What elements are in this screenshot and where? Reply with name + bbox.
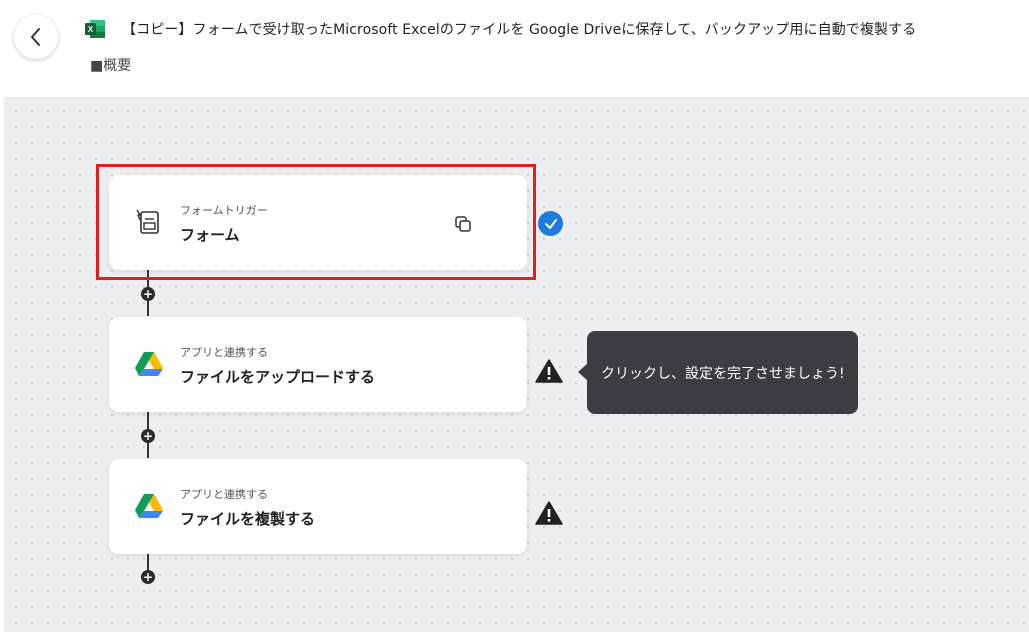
setup-tooltip: クリックし、設定を完了させましょう! — [587, 331, 858, 414]
page-header: X 【コピー】フォームで受け取ったMicrosoft Excelのファイルを G… — [0, 0, 1029, 97]
step-subtitle: アプリと連携する — [180, 488, 268, 501]
google-drive-icon — [135, 494, 163, 518]
form-trigger-icon — [136, 209, 159, 234]
step-title: ファイルを複製する — [180, 510, 316, 528]
svg-text:X: X — [88, 25, 94, 34]
overview-label[interactable]: ■概要 — [90, 55, 131, 75]
flow-step-upload-file[interactable]: アプリと連携する ファイルをアップロードする — [109, 317, 527, 412]
flow-step-copy-file[interactable]: アプリと連携する ファイルを複製する — [109, 459, 527, 554]
step-title: ファイルをアップロードする — [180, 368, 376, 386]
google-drive-icon — [135, 352, 163, 376]
excel-icon: X — [85, 20, 105, 38]
back-button[interactable] — [14, 15, 58, 59]
step-subtitle: アプリと連携する — [180, 346, 268, 359]
warning-icon — [535, 501, 563, 525]
step-title: フォーム — [180, 226, 240, 244]
page-title: 【コピー】フォームで受け取ったMicrosoft Excelのファイルを Goo… — [122, 22, 917, 38]
warning-icon — [535, 359, 563, 383]
add-step-button[interactable]: + — [141, 287, 155, 301]
copy-icon[interactable] — [453, 214, 473, 234]
add-step-button[interactable]: + — [141, 570, 155, 584]
tooltip-arrow — [578, 364, 587, 380]
flow-step-form-trigger[interactable]: フォームトリガー フォーム — [109, 175, 527, 270]
chevron-left-icon — [31, 28, 40, 46]
check-icon — [538, 211, 563, 236]
step-subtitle: フォームトリガー — [180, 204, 268, 217]
add-step-button[interactable]: + — [141, 429, 155, 443]
